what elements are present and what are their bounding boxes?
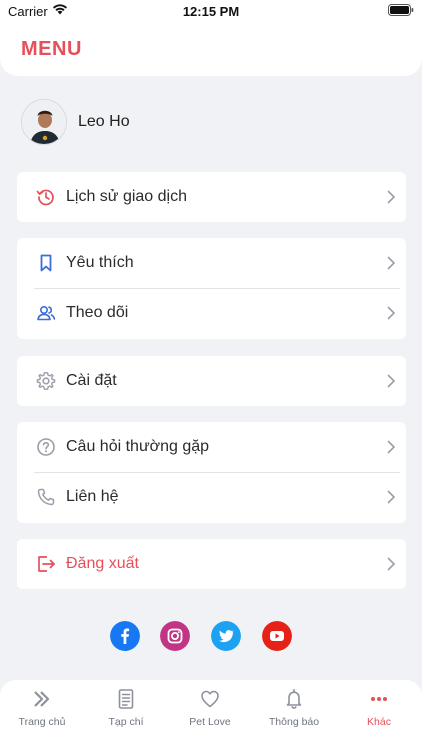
chevron-right-icon bbox=[387, 490, 396, 504]
menu-card-settings: Cài đặt bbox=[17, 356, 406, 406]
menu-card-support: Câu hỏi thường gặp Liên hệ bbox=[17, 422, 406, 523]
menu-card-social: Yêu thích Theo dõi bbox=[17, 238, 406, 339]
avatar-image bbox=[22, 100, 66, 144]
menu-card-history: Lịch sử giao dịch bbox=[17, 172, 406, 222]
chevron-right-icon bbox=[387, 557, 396, 571]
document-icon bbox=[118, 689, 134, 709]
menu-item-history-label: Lịch sử giao dịch bbox=[66, 188, 187, 205]
menu-item-logout[interactable]: Đăng xuất bbox=[17, 539, 406, 589]
tab-bar: Trang chủ Tạp chí Pet Love Thông báo Khá… bbox=[0, 680, 422, 750]
battery-icon bbox=[388, 4, 414, 16]
chevron-right-icon bbox=[387, 374, 396, 388]
social-links bbox=[0, 621, 422, 651]
instagram-icon[interactable] bbox=[160, 621, 190, 651]
menu-item-logout-label: Đăng xuất bbox=[66, 555, 139, 572]
bookmark-icon bbox=[40, 254, 52, 272]
youtube-icon[interactable] bbox=[262, 621, 292, 651]
menu-item-following-label: Theo dõi bbox=[66, 304, 129, 321]
page-title: MENU bbox=[21, 38, 82, 60]
gear-icon bbox=[36, 372, 56, 390]
facebook-icon[interactable] bbox=[110, 621, 140, 651]
tab-notifications-label: Thông báo bbox=[268, 716, 320, 728]
tab-magazine-label: Tạp chí bbox=[108, 716, 144, 728]
menu-card-logout: Đăng xuất bbox=[17, 539, 406, 589]
chevron-right-icon bbox=[387, 190, 396, 204]
heart-icon bbox=[201, 690, 219, 708]
status-bar: Carrier 12:15 PM bbox=[0, 0, 422, 22]
status-time: 12:15 PM bbox=[182, 4, 240, 19]
chevron-right-icon bbox=[387, 256, 396, 270]
tab-more-label: Khác bbox=[367, 716, 391, 728]
twitter-icon[interactable] bbox=[211, 621, 241, 651]
menu-item-following[interactable]: Theo dõi bbox=[17, 288, 406, 338]
menu-item-faq[interactable]: Câu hỏi thường gặp bbox=[17, 422, 406, 473]
chevron-right-icon bbox=[387, 306, 396, 320]
profile-name: Leo Ho bbox=[78, 113, 130, 130]
header: MENU bbox=[0, 22, 422, 76]
bell-icon bbox=[286, 689, 302, 709]
home-icon bbox=[34, 691, 50, 707]
history-icon bbox=[36, 189, 54, 206]
menu-item-contact[interactable]: Liên hệ bbox=[17, 472, 406, 522]
tab-home-label: Trang chủ bbox=[18, 716, 66, 728]
tab-pet-love-label: Pet Love bbox=[189, 716, 231, 728]
menu-item-contact-label: Liên hệ bbox=[66, 488, 119, 505]
menu-item-history[interactable]: Lịch sử giao dịch bbox=[17, 172, 406, 222]
chevron-right-icon bbox=[387, 440, 396, 454]
tab-home[interactable]: Trang chủ bbox=[0, 680, 84, 730]
more-dots-icon bbox=[371, 697, 387, 701]
phone-icon bbox=[37, 488, 55, 506]
question-circle-icon bbox=[37, 438, 55, 456]
menu-item-settings-label: Cài đặt bbox=[66, 372, 117, 389]
tab-pet-love[interactable]: Pet Love bbox=[168, 680, 252, 730]
menu-item-favorites-label: Yêu thích bbox=[66, 254, 134, 271]
profile-row[interactable]: Leo Ho bbox=[21, 99, 401, 145]
users-icon bbox=[37, 305, 56, 321]
menu-item-faq-label: Câu hỏi thường gặp bbox=[66, 438, 210, 455]
menu-item-settings[interactable]: Cài đặt bbox=[17, 356, 406, 406]
logout-icon bbox=[38, 556, 55, 572]
tab-magazine[interactable]: Tạp chí bbox=[84, 680, 168, 730]
avatar[interactable] bbox=[21, 99, 67, 145]
menu-item-favorites[interactable]: Yêu thích bbox=[17, 238, 406, 289]
tab-more[interactable]: Khác bbox=[337, 680, 421, 730]
tab-notifications[interactable]: Thông báo bbox=[252, 680, 336, 730]
